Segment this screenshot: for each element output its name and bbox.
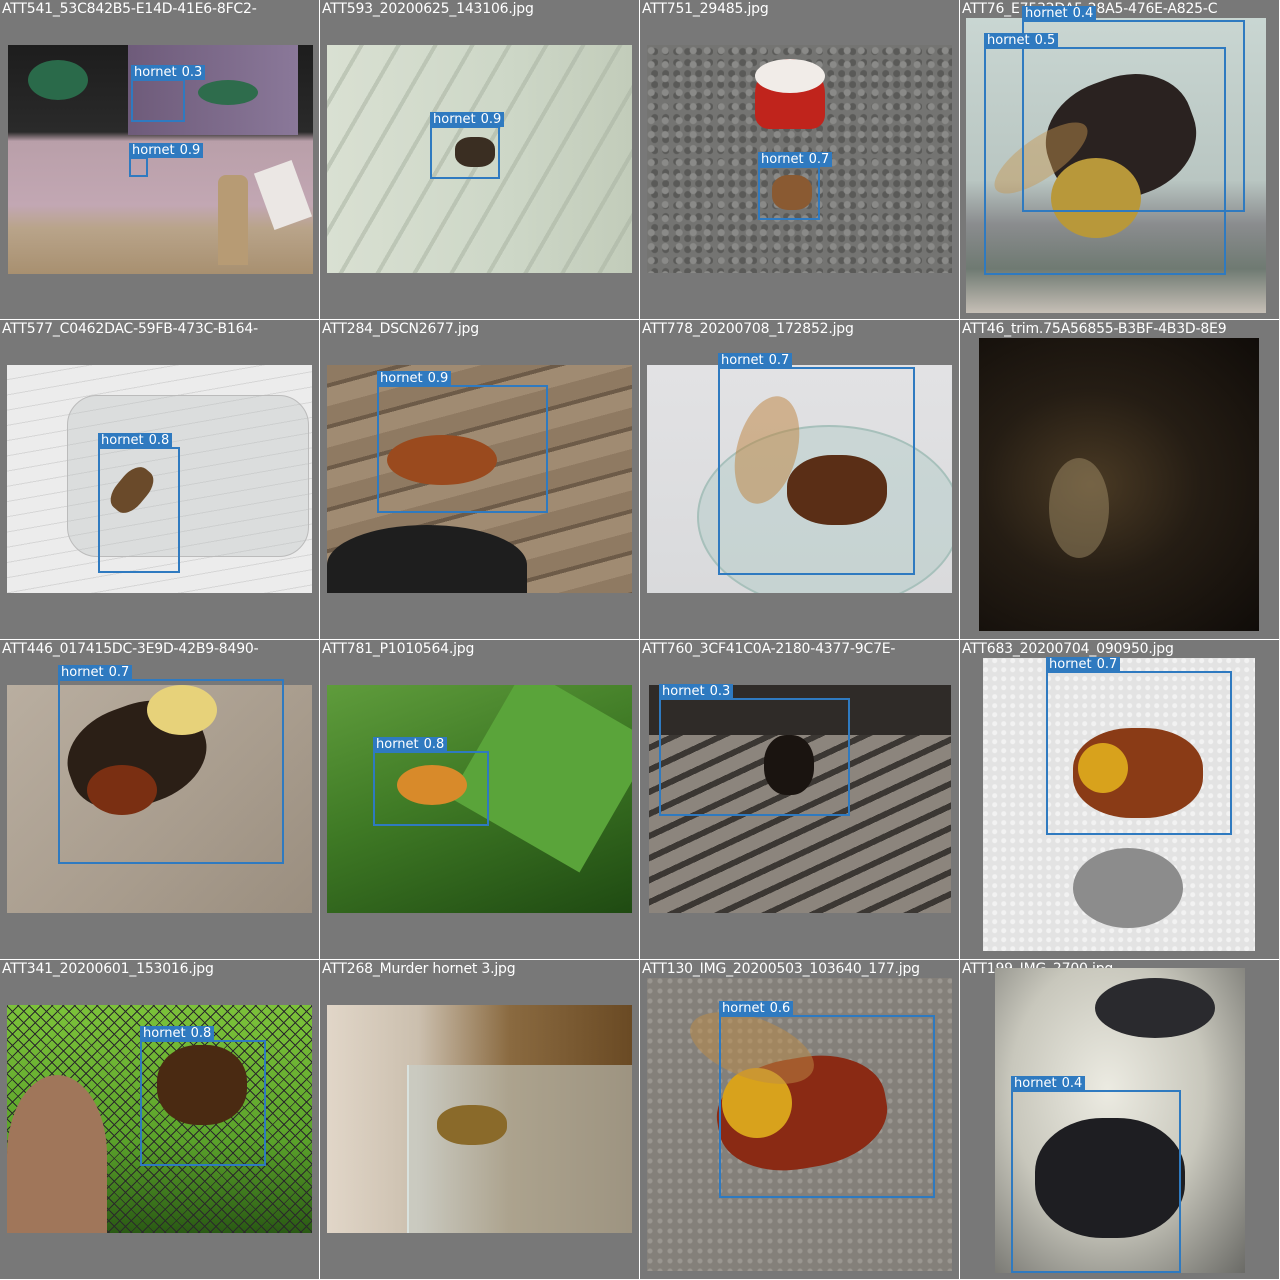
- image-tile[interactable]: ATT593_20200625_143106.jpg hornet 0.9: [320, 0, 640, 320]
- detection-box: hornet 0.7: [758, 152, 833, 220]
- image-filename: ATT284_DSCN2677.jpg: [322, 321, 479, 337]
- image-tile[interactable]: ATT760_3CF41C0A-2180-4377-9C7E- hornet 0.…: [640, 640, 960, 960]
- image-tile[interactable]: ATT130_IMG_20200503_103640_177.jpg horne…: [640, 960, 960, 1280]
- image-tile[interactable]: ATT76_E7532DA5-28A5-476E-A825-C hornet0.…: [960, 0, 1280, 320]
- detection-label: hornet 0.5: [984, 33, 1059, 48]
- detection-box: hornet 0.6: [719, 1001, 935, 1198]
- detection-label: hornet 0.9: [430, 112, 505, 127]
- detection-box: hornet 0.7: [718, 353, 915, 575]
- image-filename: ATT446_017415DC-3E9D-42B9-8490-: [2, 641, 259, 657]
- image-tile[interactable]: ATT778_20200708_172852.jpg hornet 0.7: [640, 320, 960, 640]
- image-tile[interactable]: ATT541_53C842B5-E14D-41E6-8FC2- hornet 0.…: [0, 0, 320, 320]
- image-tile[interactable]: ATT199_IMG_2700.jpg hornet0.4: [960, 960, 1280, 1280]
- detection-box: hornet 0.3: [131, 65, 206, 122]
- detection-label: hornet 0.4: [1022, 6, 1097, 21]
- detection-label: hornet 0.9: [377, 371, 452, 386]
- image-filename: ATT778_20200708_172852.jpg: [642, 321, 854, 337]
- image-filename: ATT130_IMG_20200503_103640_177.jpg: [642, 961, 920, 977]
- detection-label: hornet 0.7: [718, 353, 793, 368]
- image-tile[interactable]: ATT446_017415DC-3E9D-42B9-8490- hornet 0.…: [0, 640, 320, 960]
- image-tile[interactable]: ATT751_29485.jpg hornet 0.7: [640, 0, 960, 320]
- detection-label: hornet 0.9: [129, 143, 204, 158]
- image-filename: ATT781_P1010564.jpg: [322, 641, 475, 657]
- detection-box: hornet 0.9: [377, 371, 548, 513]
- detection-label: hornet 0.3: [131, 65, 206, 80]
- image-tile[interactable]: ATT268_Murder hornet 3.jpg: [320, 960, 640, 1280]
- image-tile[interactable]: ATT341_20200601_153016.jpg hornet 0.8: [0, 960, 320, 1280]
- detection-label: hornet 0.7: [58, 665, 133, 680]
- detection-box: hornet 0.7: [1046, 657, 1232, 835]
- detection-box: hornet 0.9: [129, 143, 204, 177]
- image-tile[interactable]: ATT284_DSCN2677.jpg hornet 0.9: [320, 320, 640, 640]
- detection-box: hornet 0.4: [1011, 1076, 1181, 1273]
- detection-label: hornet 0.8: [140, 1026, 215, 1041]
- image-filename: ATT577_C0462DAC-59FB-473C-B164-: [2, 321, 258, 337]
- detection-box: hornet 0.9: [430, 112, 505, 179]
- detection-grid: ATT541_53C842B5-E14D-41E6-8FC2- hornet 0.…: [0, 0, 1280, 1280]
- image-filename: ATT593_20200625_143106.jpg: [322, 1, 534, 17]
- photo-jar: [327, 1005, 632, 1233]
- image-tile[interactable]: ATT781_P1010564.jpg hornet 0.8: [320, 640, 640, 960]
- detection-label: hornet 0.7: [758, 152, 833, 167]
- image-tile[interactable]: ATT683_20200704_090950.jpg hornet 0.7: [960, 640, 1280, 960]
- detection-label: hornet 0.3: [659, 684, 734, 699]
- detection-box: hornet 0.7: [58, 665, 284, 864]
- image-filename: ATT268_Murder hornet 3.jpg: [322, 961, 516, 977]
- image-filename: ATT760_3CF41C0A-2180-4377-9C7E-: [642, 641, 896, 657]
- image-filename: ATT46_trim.75A56855-B3BF-4B3D-8E9: [962, 321, 1227, 337]
- image-filename: ATT541_53C842B5-E14D-41E6-8FC2-: [2, 1, 257, 17]
- detection-label: hornet 0.8: [373, 737, 448, 752]
- detection-label: hornet 0.8: [98, 433, 173, 448]
- image-filename: ATT751_29485.jpg: [642, 1, 769, 17]
- image-filename: ATT76_E7532DA5-28A5-476E-A825-C: [962, 0, 1279, 18]
- detection-box: hornet 0.8: [373, 737, 489, 826]
- photo-dark-closeup: [979, 338, 1259, 631]
- image-tile[interactable]: ATT577_C0462DAC-59FB-473C-B164- hornet 0.…: [0, 320, 320, 640]
- image-filename: ATT341_20200601_153016.jpg: [2, 961, 214, 977]
- detection-box: hornet 0.8: [98, 433, 180, 573]
- detection-label: hornet 0.6: [719, 1001, 794, 1016]
- detection-label: hornet 0.7: [1046, 657, 1121, 672]
- detection-box: hornet 0.8: [140, 1026, 266, 1166]
- detection-box: hornet 0.5: [984, 33, 1226, 275]
- detection-label: hornet 0.4: [1011, 1076, 1086, 1091]
- detection-box: hornet 0.3: [659, 684, 850, 816]
- image-filename: ATT683_20200704_090950.jpg: [962, 641, 1174, 657]
- image-tile[interactable]: ATT46_trim.75A56855-B3BF-4B3D-8E9: [960, 320, 1280, 640]
